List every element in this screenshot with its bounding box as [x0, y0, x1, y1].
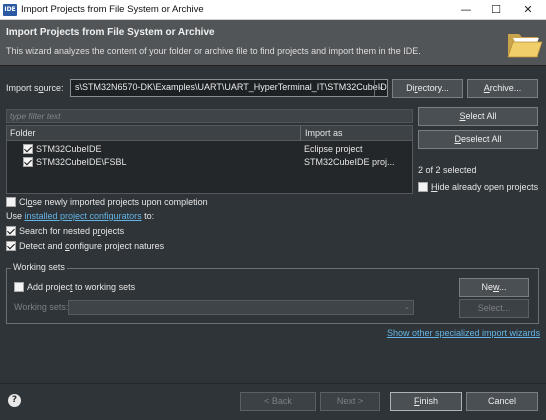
column-separator [300, 126, 301, 141]
close-button[interactable]: ✕ [512, 0, 544, 20]
help-icon[interactable]: ? [8, 394, 21, 407]
specialized-wizards-link[interactable]: Show other specialized import wizards [387, 328, 540, 338]
archive-button[interactable]: Archive... [467, 79, 538, 98]
select-working-sets-button[interactable]: Select... [459, 299, 529, 318]
working-sets-legend: Working sets [11, 262, 67, 272]
detect-configure-label: Detect and configure project natures [19, 241, 165, 251]
row-import-as: STM32CubeIDE proj... [304, 157, 395, 167]
row-checkbox[interactable] [23, 144, 33, 154]
maximize-button[interactable]: ☐ [480, 0, 512, 20]
wizard-title: Import Projects from File System or Arch… [6, 27, 215, 38]
selected-count: 2 of 2 selected [418, 165, 477, 175]
close-newly-checkbox[interactable] [6, 197, 16, 207]
wizard-header: Import Projects from File System or Arch… [0, 20, 546, 66]
filter-input[interactable]: type filter text [6, 109, 413, 123]
configurators-link[interactable]: installed project configurators [25, 211, 142, 221]
table-row[interactable]: STM32CubeIDE\FSBL STM32CubeIDE proj... [7, 156, 412, 169]
row-folder: STM32CubeIDE [36, 144, 102, 154]
window-titlebar: IDE Import Projects from File System or … [0, 0, 546, 20]
detect-configure-checkbox[interactable] [6, 241, 16, 251]
deselect-all-button[interactable]: Deselect All [418, 130, 538, 149]
folder-open-icon [507, 34, 543, 58]
new-working-set-button[interactable]: New... [459, 278, 529, 297]
back-button[interactable]: < Back [240, 392, 316, 411]
close-newly-label: Close newly imported projects upon compl… [19, 197, 208, 207]
app-icon: IDE [3, 4, 17, 16]
working-sets-label: Working sets: [14, 302, 69, 312]
import-source-value: s\STM32N6570-DK\Examples\UART\UART_Hyper… [75, 82, 388, 92]
search-nested-label: Search for nested projects [19, 226, 125, 236]
column-folder[interactable]: Folder [10, 128, 36, 138]
import-source-combo[interactable]: s\STM32N6570-DK\Examples\UART\UART_Hyper… [70, 79, 388, 97]
window-title: Import Projects from File System or Arch… [21, 4, 204, 15]
add-to-working-sets-label: Add project to working sets [27, 282, 136, 292]
projects-table: Folder Import as STM32CubeIDE Eclipse pr… [6, 125, 413, 194]
configurators-line: Use installed project configurators to: [6, 211, 155, 221]
table-header: Folder Import as [7, 126, 412, 141]
row-import-as: Eclipse project [304, 144, 363, 154]
hide-open-label: Hide already open projects [431, 182, 539, 192]
hide-open-checkbox[interactable] [418, 182, 428, 192]
select-all-button[interactable]: Select All [418, 107, 538, 126]
table-row[interactable]: STM32CubeIDE Eclipse project [7, 143, 412, 156]
add-to-working-sets-checkbox[interactable] [14, 282, 24, 292]
chevron-down-icon[interactable]: ⌄ [401, 301, 413, 314]
chevron-down-icon[interactable]: ⌄ [374, 80, 387, 96]
import-source-label: Import source: [6, 83, 64, 93]
search-nested-checkbox[interactable] [6, 226, 16, 236]
working-sets-combo[interactable]: ⌄ [68, 300, 414, 315]
finish-button[interactable]: Finish [390, 392, 462, 411]
row-folder: STM32CubeIDE\FSBL [36, 157, 127, 167]
next-button[interactable]: Next > [320, 392, 380, 411]
cancel-button[interactable]: Cancel [466, 392, 538, 411]
directory-button[interactable]: Directory... [392, 79, 463, 98]
wizard-description: This wizard analyzes the content of your… [6, 46, 421, 56]
row-checkbox[interactable] [23, 157, 33, 167]
minimize-button[interactable]: — [450, 0, 482, 20]
column-import-as[interactable]: Import as [305, 128, 343, 138]
